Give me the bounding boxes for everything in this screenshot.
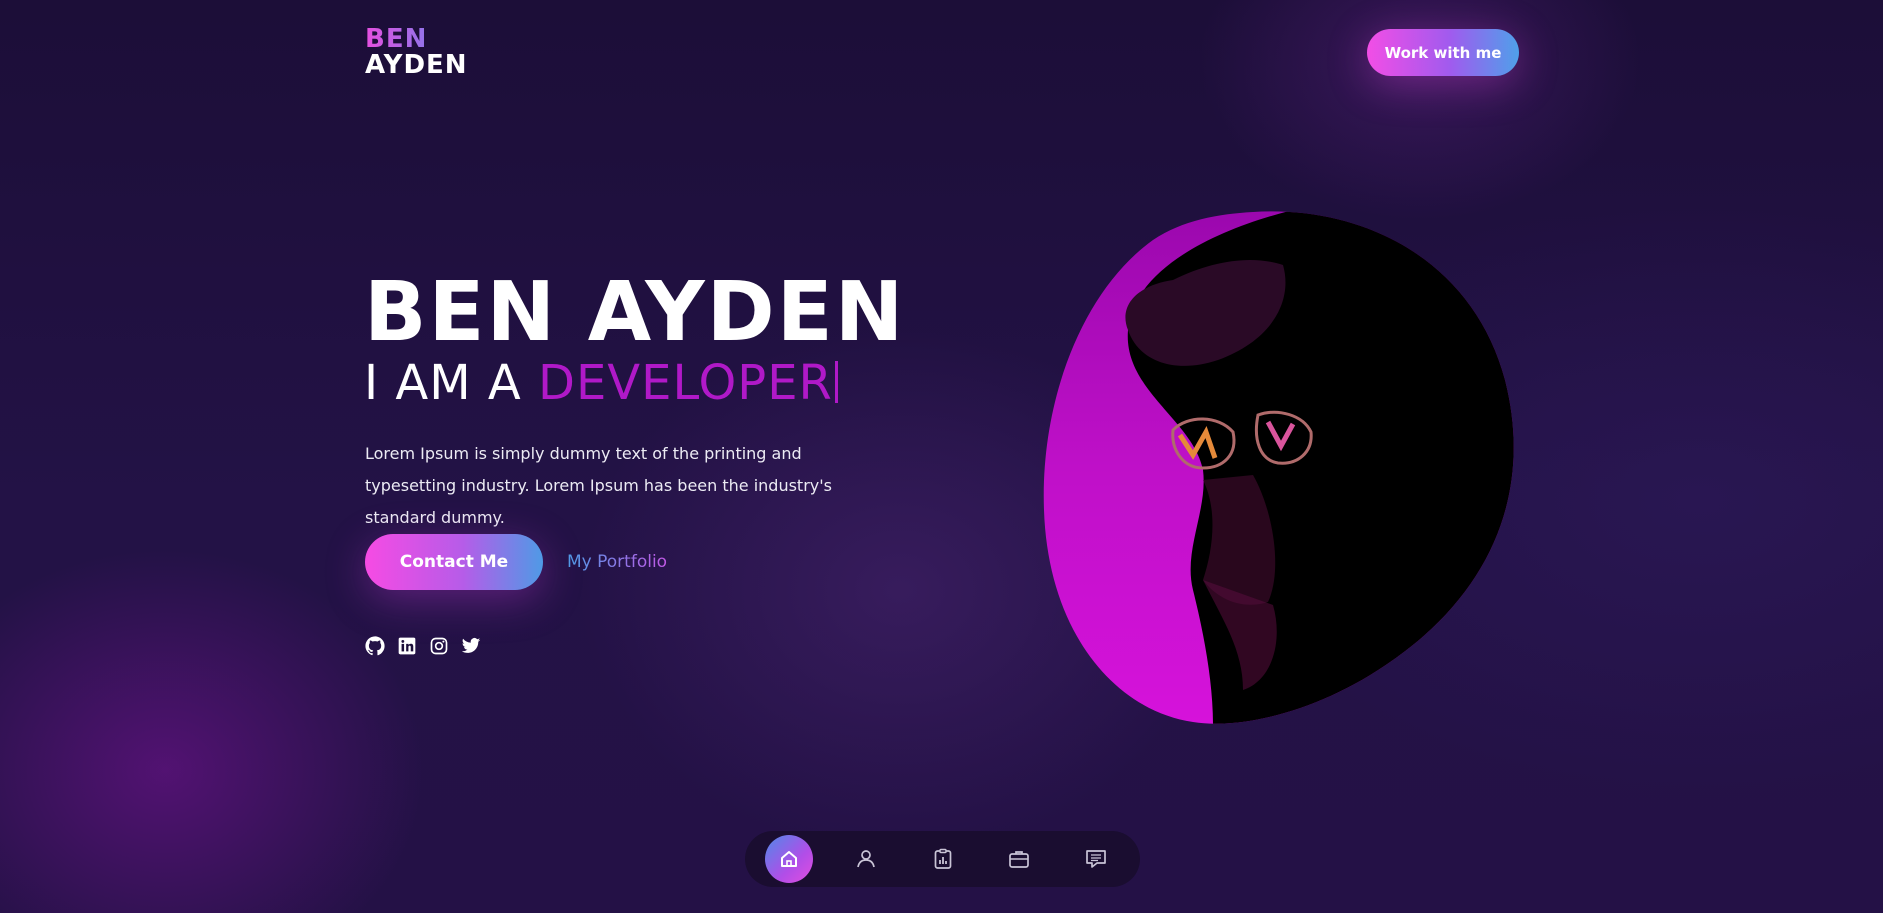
- bottom-nav: [745, 831, 1140, 887]
- clipboard-chart-icon: [934, 848, 951, 869]
- background: [0, 0, 1883, 913]
- user-icon: [856, 850, 875, 868]
- logo-line-1: BEN: [365, 26, 468, 52]
- hero-description: Lorem Ipsum is simply dummy text of the …: [365, 444, 832, 527]
- hero-role: DEVELOPER: [538, 355, 833, 411]
- hero-subtitle: I AM A DEVELOPER: [364, 353, 838, 413]
- logo[interactable]: BEN AYDEN: [365, 26, 468, 78]
- hero-subtitle-prefix: I AM A: [364, 355, 539, 411]
- home-icon: [781, 851, 797, 867]
- message-icon: [1086, 850, 1106, 868]
- twitter-icon[interactable]: [461, 636, 481, 656]
- nav-contact[interactable]: [1072, 835, 1120, 883]
- github-icon[interactable]: [365, 636, 385, 656]
- nav-resume[interactable]: [919, 835, 967, 883]
- briefcase-icon: [1009, 851, 1030, 868]
- contact-me-button[interactable]: Contact Me: [365, 534, 543, 590]
- typing-cursor: [834, 361, 838, 403]
- work-with-me-button[interactable]: Work with me: [1367, 29, 1519, 76]
- instagram-icon[interactable]: [429, 636, 449, 656]
- hero-name: BEN AYDEN: [364, 265, 906, 360]
- nav-home[interactable]: [765, 835, 813, 883]
- nav-about[interactable]: [842, 835, 890, 883]
- my-portfolio-link[interactable]: My Portfolio: [567, 550, 667, 574]
- logo-line-2: AYDEN: [365, 50, 468, 80]
- linkedin-icon[interactable]: [397, 636, 417, 656]
- profile-portrait: [1043, 210, 1521, 725]
- nav-portfolio[interactable]: [995, 835, 1043, 883]
- social-links: [365, 636, 481, 656]
